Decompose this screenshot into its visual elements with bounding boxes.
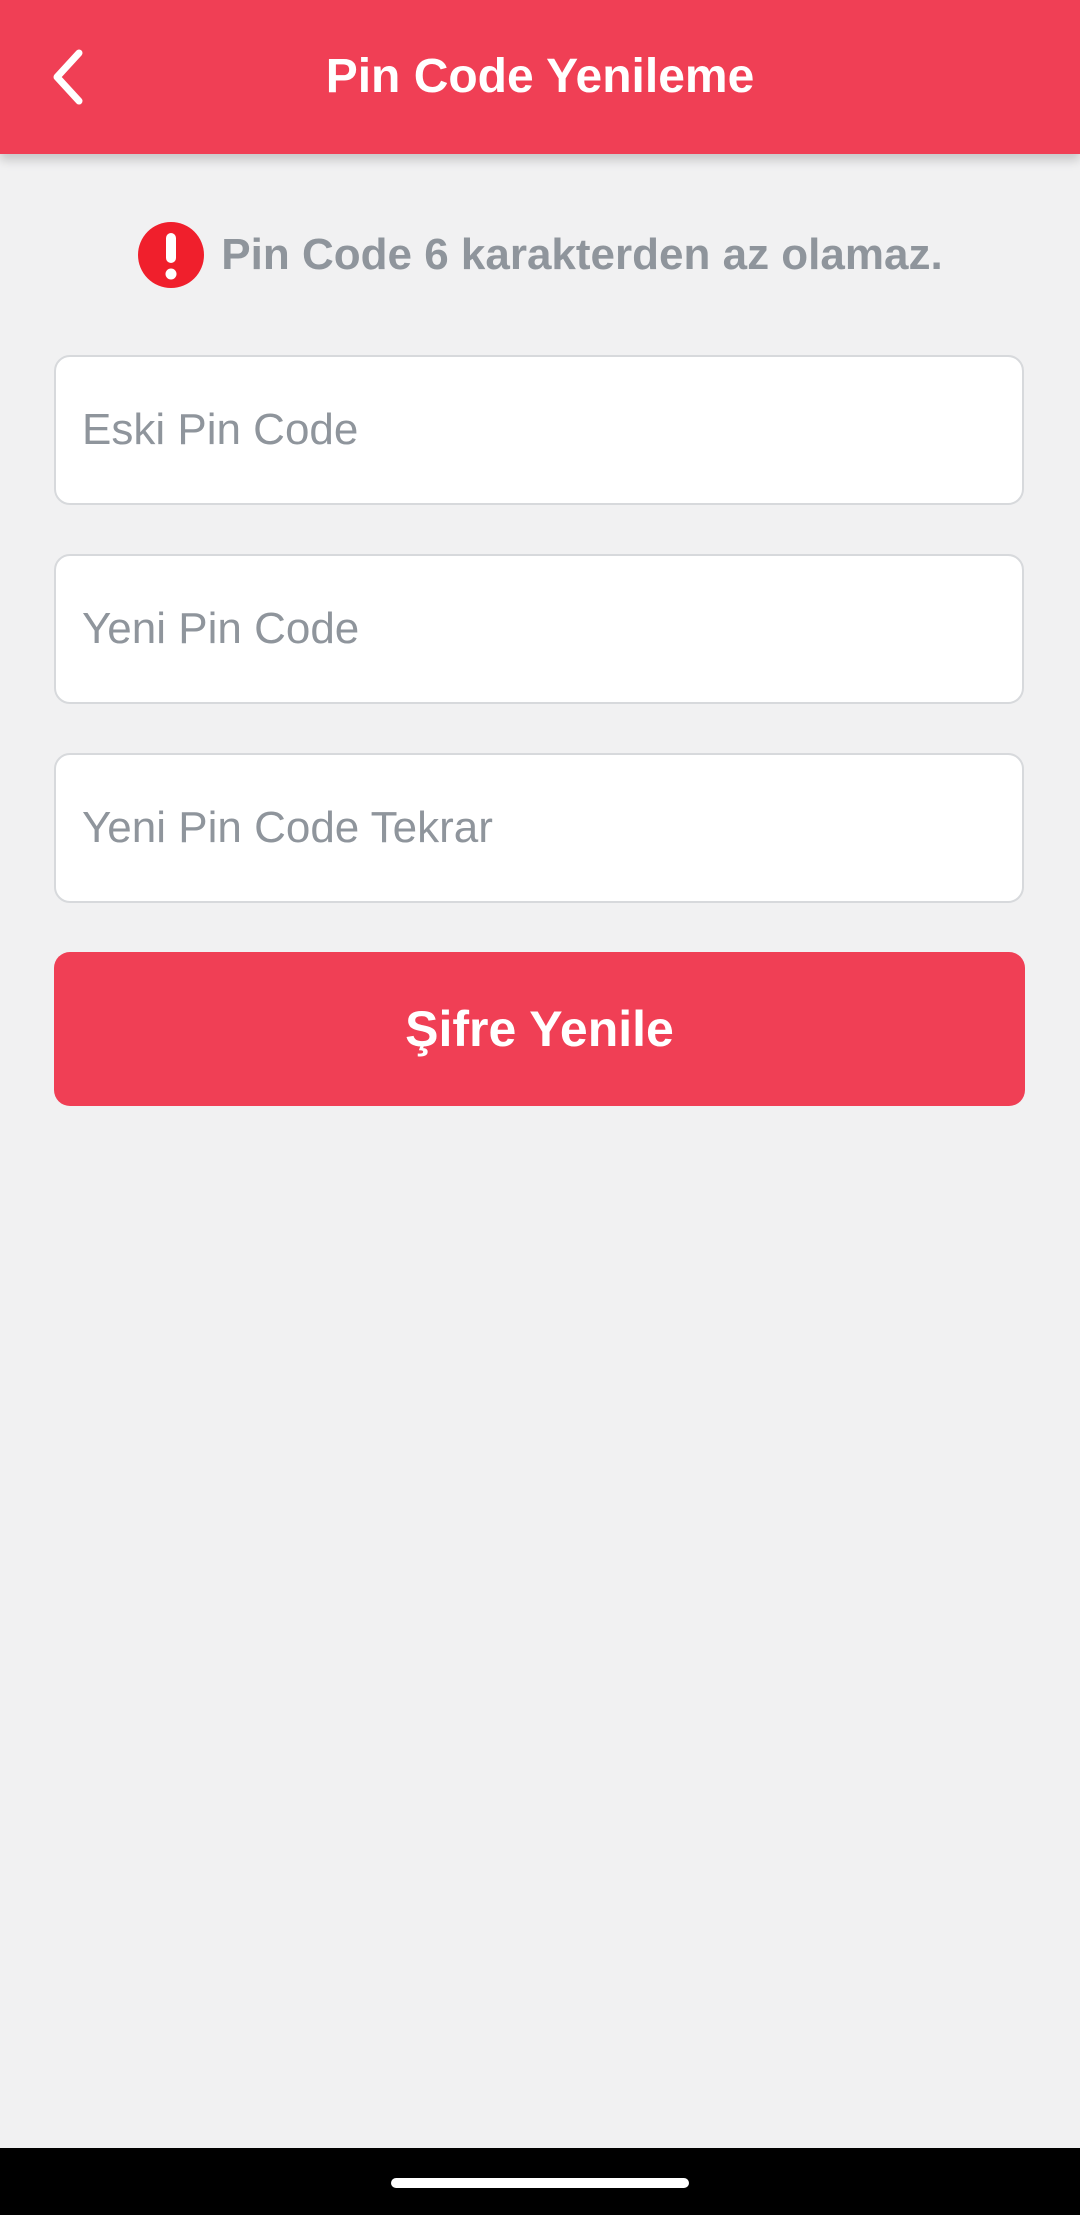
new-pin-field[interactable] bbox=[54, 554, 1024, 704]
old-pin-input[interactable] bbox=[80, 404, 1022, 456]
old-pin-field[interactable] bbox=[54, 355, 1024, 505]
reset-password-button[interactable]: Şifre Yenile bbox=[54, 952, 1025, 1106]
home-indicator[interactable] bbox=[391, 2178, 689, 2188]
new-pin-repeat-input[interactable] bbox=[80, 802, 1022, 854]
notice-text: Pin Code 6 karakterden az olamaz. bbox=[221, 230, 943, 279]
exclamation-circle-icon bbox=[138, 222, 205, 288]
new-pin-repeat-field[interactable] bbox=[54, 753, 1024, 903]
new-pin-input[interactable] bbox=[80, 603, 1022, 655]
page-title: Pin Code Yenileme bbox=[325, 50, 755, 103]
app-bar: Pin Code Yenileme bbox=[0, 0, 1080, 154]
validation-notice: Pin Code 6 karakterden az olamaz. bbox=[0, 220, 1080, 290]
system-nav-bar bbox=[0, 2148, 1080, 2215]
